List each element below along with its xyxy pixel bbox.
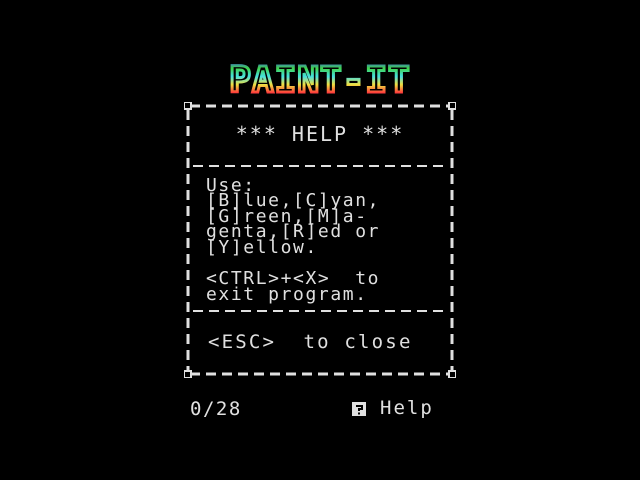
divider bbox=[193, 310, 447, 312]
paint-it-screen: PAINT-IT *** HELP *** Use: [B]lue,[C]yan… bbox=[0, 0, 640, 480]
help-label: Help bbox=[380, 397, 434, 419]
dialog-title: *** HELP *** bbox=[235, 122, 405, 146]
exit-instructions: <CTRL>+<X> to exit program. bbox=[206, 268, 381, 305]
help-button[interactable]: Help bbox=[352, 397, 434, 419]
usage-instructions: Use: [B]lue,[C]yan, [G]reen,[M]a- genta,… bbox=[206, 175, 381, 258]
close-hint[interactable]: <ESC> to close bbox=[208, 333, 413, 352]
divider bbox=[193, 165, 447, 167]
logo-graphic: PAINT-IT bbox=[228, 64, 411, 98]
logo-text: PAINT-IT bbox=[229, 64, 410, 98]
help-dialog: *** HELP *** Use: [B]lue,[C]yan, [G]reen… bbox=[184, 102, 456, 378]
progress-counter: 0/28 bbox=[190, 398, 242, 420]
app-logo: PAINT-IT bbox=[192, 64, 448, 98]
question-box-icon bbox=[352, 401, 366, 416]
